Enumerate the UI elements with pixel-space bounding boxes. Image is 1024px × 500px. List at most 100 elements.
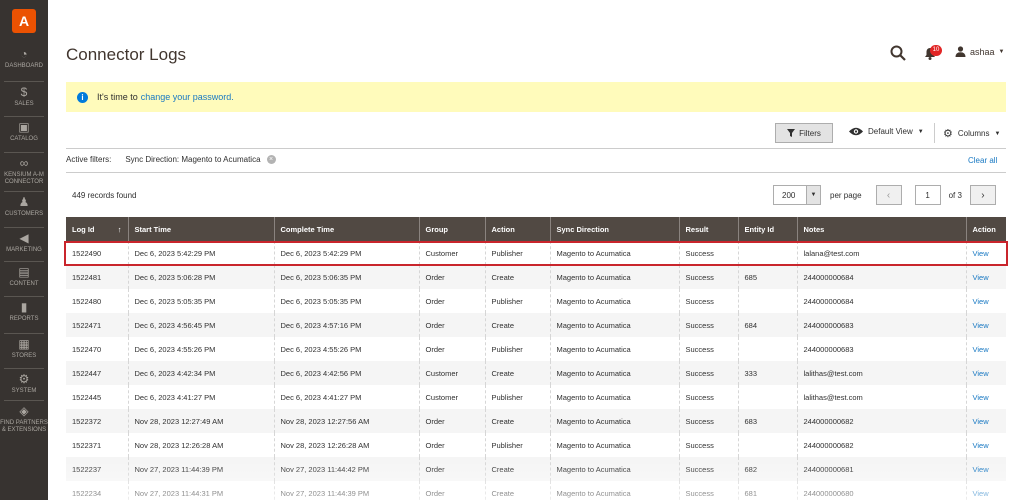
extensions-icon: ◈ bbox=[19, 404, 29, 418]
cell-action: Create bbox=[485, 361, 551, 385]
view-link[interactable]: View bbox=[973, 249, 989, 258]
filters-button[interactable]: Filters bbox=[775, 123, 833, 143]
sidebar-divider bbox=[4, 261, 44, 262]
column-header-group[interactable]: Group bbox=[419, 217, 486, 241]
sidebar-item-marketing[interactable]: ◀ MARKETING bbox=[0, 232, 48, 254]
table-row[interactable]: 1522445 Dec 6, 2023 4:41:27 PM Dec 6, 2023… bbox=[66, 385, 1006, 409]
cell-action: Create bbox=[485, 457, 551, 481]
cell-notes: 244000000684 bbox=[797, 265, 967, 289]
adobe-logo-icon[interactable]: A bbox=[12, 9, 36, 33]
table-row[interactable]: 1522447 Dec 6, 2023 4:42:34 PM Dec 6, 2023… bbox=[66, 361, 1006, 385]
column-header-notes[interactable]: Notes bbox=[797, 217, 967, 241]
user-menu[interactable]: ashaa ▼ bbox=[955, 46, 1004, 57]
cell-result: Success bbox=[679, 337, 739, 361]
sidebar-divider bbox=[4, 296, 44, 297]
cell-action: Publisher bbox=[485, 241, 551, 265]
notification-count-badge[interactable]: 10 bbox=[930, 45, 942, 56]
column-header-action[interactable]: Action bbox=[485, 217, 551, 241]
page-number-input[interactable]: 1 bbox=[914, 185, 941, 205]
records-count: 449 records found bbox=[72, 191, 137, 200]
cell-complete-time: Nov 27, 2023 11:44:42 PM bbox=[274, 457, 420, 481]
cell-view-link: View bbox=[966, 265, 1006, 289]
column-header-start-time[interactable]: Start Time bbox=[128, 217, 275, 241]
sidebar-item-content[interactable]: ▤ CONTENT bbox=[0, 266, 48, 288]
cell-start-time: Nov 27, 2023 11:44:39 PM bbox=[128, 457, 275, 481]
view-link[interactable]: View bbox=[973, 321, 989, 330]
view-link[interactable]: View bbox=[973, 273, 989, 282]
cell-sync-direction: Magento to Acumatica bbox=[550, 241, 680, 265]
view-link[interactable]: View bbox=[973, 441, 989, 450]
cell-notes: 244000000681 bbox=[797, 457, 967, 481]
table-row[interactable]: 1522234 Nov 27, 2023 11:44:31 PM Nov 27, 2… bbox=[66, 481, 1006, 500]
cell-sync-direction: Magento to Acumatica bbox=[550, 457, 680, 481]
per-page-select[interactable]: 200 bbox=[773, 185, 807, 205]
view-switcher[interactable]: Default View ▼ bbox=[849, 127, 924, 136]
columns-label: Columns bbox=[957, 129, 990, 138]
cell-log-id: 1522372 bbox=[66, 409, 129, 433]
cell-log-id: 1522490 bbox=[66, 241, 129, 265]
notice-text: It's time to bbox=[97, 92, 138, 102]
previous-page-button[interactable]: ‹ bbox=[875, 185, 902, 205]
cell-entity-id bbox=[738, 289, 798, 313]
sidebar-item-reports[interactable]: ▮ REPORTS bbox=[0, 301, 48, 323]
filter-chip: Sync Direction: Magento to Acumatica × bbox=[125, 155, 276, 164]
view-link[interactable]: View bbox=[973, 489, 989, 498]
sidebar-item-stores[interactable]: ▦ STORES bbox=[0, 338, 48, 360]
chevron-down-icon: ▼ bbox=[994, 130, 1001, 137]
next-page-button[interactable]: › bbox=[969, 185, 996, 205]
cell-log-id: 1522234 bbox=[66, 481, 129, 500]
table-row[interactable]: 1522490 Dec 6, 2023 5:42:29 PM Dec 6, 2023… bbox=[66, 241, 1006, 265]
table-row[interactable]: 1522481 Dec 6, 2023 5:06:28 PM Dec 6, 2023… bbox=[66, 265, 1006, 289]
view-link[interactable]: View bbox=[973, 297, 989, 306]
view-link[interactable]: View bbox=[973, 393, 989, 402]
sidebar-item-sales[interactable]: $ SALES bbox=[0, 86, 48, 108]
table-row[interactable]: 1522470 Dec 6, 2023 4:55:26 PM Dec 6, 2023… bbox=[66, 337, 1006, 361]
cell-complete-time: Dec 6, 2023 5:06:35 PM bbox=[274, 265, 420, 289]
view-link[interactable]: View bbox=[973, 465, 989, 474]
cell-complete-time: Nov 27, 2023 11:44:39 PM bbox=[274, 481, 420, 500]
cell-notes: lalana@test.com bbox=[797, 241, 967, 265]
cell-start-time: Dec 6, 2023 5:42:29 PM bbox=[128, 241, 275, 265]
sidebar-item-catalog[interactable]: ▣ CATALOG bbox=[0, 121, 48, 143]
cell-action: Create bbox=[485, 313, 551, 337]
view-link[interactable]: View bbox=[973, 345, 989, 354]
active-filters: Active filters: Sync Direction: Magento … bbox=[66, 155, 276, 164]
column-header-complete-time[interactable]: Complete Time bbox=[274, 217, 420, 241]
table-body: 1522490 Dec 6, 2023 5:42:29 PM Dec 6, 2023… bbox=[66, 241, 1006, 500]
column-header-entity-id[interactable]: Entity Id bbox=[738, 217, 798, 241]
sidebar-item-kensium-a-m-connector[interactable]: ∞ KENSIUM A-M CONNECTOR bbox=[0, 157, 48, 186]
cell-start-time: Dec 6, 2023 4:42:34 PM bbox=[128, 361, 275, 385]
column-header-log-id[interactable]: Log Id ↑ bbox=[66, 217, 129, 241]
cell-entity-id: 685 bbox=[738, 265, 798, 289]
view-link[interactable]: View bbox=[973, 369, 989, 378]
view-link[interactable]: View bbox=[973, 417, 989, 426]
info-icon: i bbox=[77, 91, 88, 103]
cell-action: Publisher bbox=[485, 289, 551, 313]
cell-complete-time: Dec 6, 2023 5:42:29 PM bbox=[274, 241, 420, 265]
sidebar-item-dashboard[interactable]: ◔ DASHBOARD bbox=[0, 48, 48, 70]
cell-action: Publisher bbox=[485, 337, 551, 361]
table-row[interactable]: 1522471 Dec 6, 2023 4:56:45 PM Dec 6, 2023… bbox=[66, 313, 1006, 337]
table-row[interactable]: 1522371 Nov 28, 2023 12:26:28 AM Nov 28, 2… bbox=[66, 433, 1006, 457]
columns-control[interactable]: ⚙ Columns ▼ bbox=[943, 127, 1000, 140]
chevron-down-icon[interactable]: ▼ bbox=[807, 185, 821, 205]
remove-filter-icon[interactable]: × bbox=[266, 155, 276, 164]
table-row[interactable]: 1522372 Nov 28, 2023 12:27:49 AM Nov 28, 2… bbox=[66, 409, 1006, 433]
cell-log-id: 1522481 bbox=[66, 265, 129, 289]
cell-group: Order bbox=[419, 457, 486, 481]
cell-view-link: View bbox=[966, 337, 1006, 361]
column-header-sync-direction[interactable]: Sync Direction bbox=[550, 217, 680, 241]
table-row[interactable]: 1522480 Dec 6, 2023 5:05:35 PM Dec 6, 2023… bbox=[66, 289, 1006, 313]
sidebar-item-find-partners-extensions[interactable]: ◈ FIND PARTNERS & EXTENSIONS bbox=[0, 405, 48, 434]
table-row[interactable]: 1522237 Nov 27, 2023 11:44:39 PM Nov 27, 2… bbox=[66, 457, 1006, 481]
dashboard-icon: ◔ bbox=[20, 47, 28, 61]
sidebar-item-customers[interactable]: ♟ CUSTOMERS bbox=[0, 196, 48, 218]
sidebar-item-system[interactable]: ⚙ SYSTEM bbox=[0, 373, 48, 395]
clear-all-link[interactable]: Clear all bbox=[968, 156, 997, 165]
cell-complete-time: Dec 6, 2023 4:55:26 PM bbox=[274, 337, 420, 361]
search-icon[interactable] bbox=[889, 44, 907, 62]
change-password-link[interactable]: change your password. bbox=[141, 92, 234, 102]
column-header-result[interactable]: Result bbox=[679, 217, 739, 241]
funnel-icon bbox=[787, 129, 796, 137]
cell-action: Create bbox=[485, 481, 551, 500]
